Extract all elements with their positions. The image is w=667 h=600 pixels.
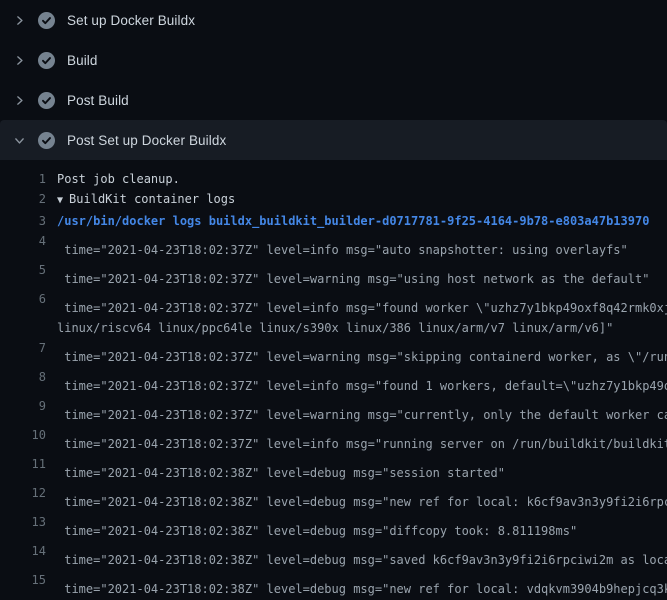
log-lines-container: 1 Post job cleanup. 2 ▼ BuildKit contain… [0,160,667,600]
log-line: 14 time="2021-04-23T18:02:38Z" level=deb… [0,541,667,570]
log-line-number[interactable]: 11 [0,454,46,483]
log-line-text: time="2021-04-23T18:02:38Z" level=debug … [57,512,577,541]
step-section-header-post-set-up-docker-buildx[interactable]: Post Set up Docker Buildx [0,120,667,160]
log-line-text: time="2021-04-23T18:02:38Z" level=debug … [57,570,667,599]
log-line: linux/riscv64 linux/ppc64le linux/s390x … [0,318,667,338]
log-line-number[interactable]: 5 [0,260,46,289]
log-line: 1 Post job cleanup. [0,169,667,189]
log-line-number[interactable]: 1 [0,169,46,189]
log-line-text: time="2021-04-23T18:02:37Z" level=info m… [57,231,628,260]
step-section-header-post-build[interactable]: Post Build [0,80,667,120]
log-line-number[interactable]: 3 [0,211,46,231]
log-line-text: time="2021-04-23T18:02:37Z" level=warnin… [57,260,649,289]
log-line-number[interactable]: 14 [0,541,46,570]
chevron-right-icon [13,14,26,27]
log-line: 12 time="2021-04-23T18:02:38Z" level=deb… [0,483,667,512]
log-line-text: time="2021-04-23T18:02:38Z" level=debug … [57,483,667,512]
log-line: 4 time="2021-04-23T18:02:37Z" level=info… [0,231,667,260]
log-line: 11 time="2021-04-23T18:02:38Z" level=deb… [0,454,667,483]
log-line-number[interactable]: 4 [0,231,46,260]
step-section-header-build[interactable]: Build [0,40,667,80]
log-line-text: /usr/bin/docker logs buildx_buildkit_bui… [57,211,649,231]
log-line: 8 time="2021-04-23T18:02:37Z" level=info… [0,367,667,396]
check-circle-icon [38,92,55,109]
log-line-number[interactable]: 15 [0,570,46,599]
step-section-label: Post Set up Docker Buildx [67,133,226,148]
log-line: 13 time="2021-04-23T18:02:38Z" level=deb… [0,512,667,541]
log-line: 2 ▼ BuildKit container logs [0,189,667,211]
log-line: 15 time="2021-04-23T18:02:38Z" level=deb… [0,570,667,599]
check-circle-icon [38,12,55,29]
log-line-number[interactable]: 9 [0,396,46,425]
log-line: 5 time="2021-04-23T18:02:37Z" level=warn… [0,260,667,289]
actions-log-viewer: Set up Docker Buildx Build P [0,0,667,600]
chevron-down-icon [13,134,26,147]
step-section-header-set-up-docker-buildx[interactable]: Set up Docker Buildx [0,0,667,40]
log-line: 6 time="2021-04-23T18:02:37Z" level=info… [0,289,667,318]
log-line-number[interactable]: 6 [0,289,46,318]
log-line-number[interactable] [0,318,46,338]
log-line-number[interactable]: 8 [0,367,46,396]
step-section-label: Set up Docker Buildx [67,13,195,28]
log-line-number[interactable]: 12 [0,483,46,512]
log-line-text: time="2021-04-23T18:02:37Z" level=warnin… [57,338,667,367]
log-line-text: time="2021-04-23T18:02:37Z" level=warnin… [57,396,667,425]
step-section-label: Build [67,53,98,68]
log-line-number[interactable]: 13 [0,512,46,541]
log-line: 3 /usr/bin/docker logs buildx_buildkit_b… [0,211,667,231]
group-collapse-triangle-icon[interactable]: ▼ [57,195,69,206]
step-sections: Set up Docker Buildx Build P [0,0,667,160]
log-line-number[interactable]: 2 [0,189,46,211]
log-line-text: time="2021-04-23T18:02:38Z" level=debug … [57,454,505,483]
log-line-text: ▼ BuildKit container logs [57,189,235,211]
log-line-text: Post job cleanup. [57,169,180,189]
log-line-text: time="2021-04-23T18:02:38Z" level=debug … [57,541,667,570]
chevron-right-icon [13,94,26,107]
log-line: 10 time="2021-04-23T18:02:37Z" level=inf… [0,425,667,454]
log-line: 7 time="2021-04-23T18:02:37Z" level=warn… [0,338,667,367]
check-circle-icon [38,52,55,69]
log-line-number[interactable]: 7 [0,338,46,367]
chevron-right-icon [13,54,26,67]
log-line-text: time="2021-04-23T18:02:37Z" level=info m… [57,289,667,318]
log-line-text: time="2021-04-23T18:02:37Z" level=info m… [57,367,667,396]
step-section-label: Post Build [67,93,129,108]
log-line: 9 time="2021-04-23T18:02:37Z" level=warn… [0,396,667,425]
log-line-text: time="2021-04-23T18:02:37Z" level=info m… [57,425,667,454]
check-circle-icon [38,132,55,149]
log-line-text: linux/riscv64 linux/ppc64le linux/s390x … [57,318,613,338]
log-line-number[interactable]: 10 [0,425,46,454]
